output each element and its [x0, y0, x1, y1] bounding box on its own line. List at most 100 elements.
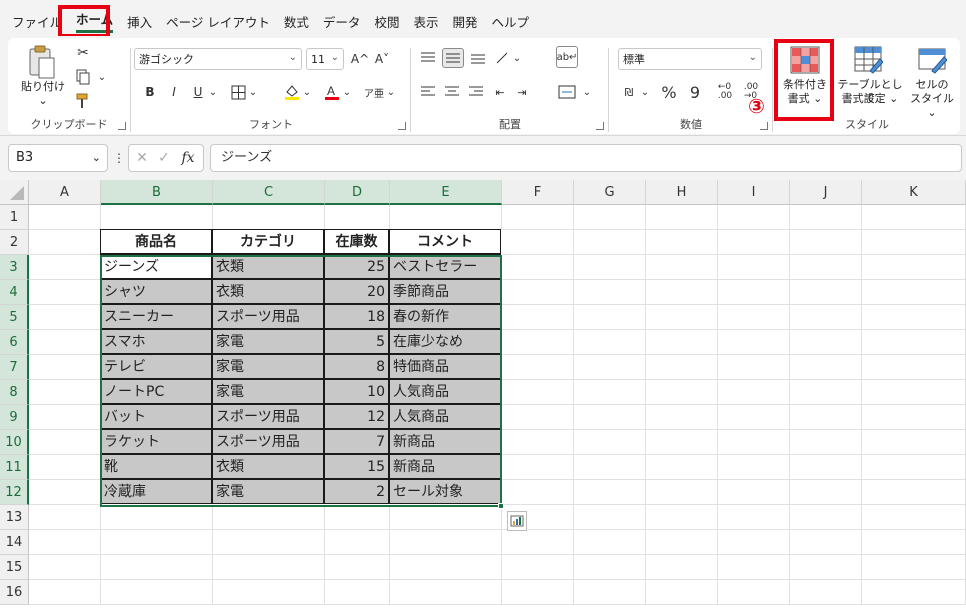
cell-a10[interactable]	[29, 430, 101, 455]
cell-g5[interactable]	[574, 305, 646, 330]
row-header-2[interactable]: 2	[0, 230, 29, 255]
cell-i5[interactable]	[718, 305, 790, 330]
phonetic-button[interactable]: ア亜	[364, 82, 384, 102]
cell-k4[interactable]	[862, 280, 966, 305]
cell-j1[interactable]	[790, 205, 862, 230]
cell-j9[interactable]	[790, 405, 862, 430]
cell-g1[interactable]	[574, 205, 646, 230]
cell-d9[interactable]: 12	[324, 404, 389, 429]
cell-c7[interactable]: 家電	[212, 354, 324, 379]
cell-f15[interactable]	[502, 555, 574, 580]
cell-j13[interactable]	[790, 505, 862, 530]
cell-g3[interactable]	[574, 255, 646, 280]
clipboard-launcher[interactable]	[118, 122, 126, 130]
font-size-combo[interactable]: 11 ⌄	[306, 48, 344, 70]
cell-a7[interactable]	[29, 355, 101, 380]
cut-icon[interactable]: ✂	[74, 44, 92, 62]
format-as-table-button[interactable]	[848, 42, 888, 78]
cell-b2[interactable]: 商品名	[100, 229, 212, 254]
cell-b8[interactable]: ノートPC	[100, 379, 212, 404]
increase-decimal-icon[interactable]: ←0.00	[714, 82, 736, 102]
cancel-icon[interactable]: ✕	[133, 148, 151, 168]
increase-indent-icon[interactable]: ⇥	[512, 82, 532, 102]
tab-developer[interactable]: 開発	[446, 6, 483, 36]
row-header-3[interactable]: 3	[0, 255, 29, 280]
cell-c9[interactable]: スポーツ用品	[212, 404, 324, 429]
cell-f16[interactable]	[502, 580, 574, 605]
cell-e13[interactable]	[390, 505, 502, 530]
cell-b14[interactable]	[101, 530, 213, 555]
align-left-icon[interactable]	[418, 82, 438, 102]
cell-a5[interactable]	[29, 305, 101, 330]
fill-color-button[interactable]	[282, 82, 302, 102]
underline-button[interactable]: U	[188, 82, 208, 102]
cell-g15[interactable]	[574, 555, 646, 580]
cell-c2[interactable]: カテゴリ	[212, 229, 324, 254]
row-header-11[interactable]: 11	[0, 455, 29, 480]
cell-g13[interactable]	[574, 505, 646, 530]
cell-e10[interactable]: 新商品	[389, 429, 501, 454]
more-options-icon[interactable]: ⋮	[113, 148, 125, 168]
row-header-4[interactable]: 4	[0, 280, 29, 305]
font-name-combo[interactable]: 游ゴシック ⌄	[134, 48, 302, 70]
cell-d10[interactable]: 7	[324, 429, 389, 454]
cell-k15[interactable]	[862, 555, 966, 580]
cell-i15[interactable]	[718, 555, 790, 580]
cell-a3[interactable]	[29, 255, 101, 280]
cell-e3[interactable]: ベストセラー	[389, 254, 501, 279]
column-header-c[interactable]: C	[213, 180, 325, 205]
cell-b16[interactable]	[101, 580, 213, 605]
cell-k9[interactable]	[862, 405, 966, 430]
row-header-14[interactable]: 14	[0, 530, 29, 555]
cell-d8[interactable]: 10	[324, 379, 389, 404]
alignment-launcher[interactable]	[596, 122, 604, 130]
align-center-icon[interactable]	[442, 82, 462, 102]
row-header-9[interactable]: 9	[0, 405, 29, 430]
row-header-1[interactable]: 1	[0, 205, 29, 230]
cell-e16[interactable]	[390, 580, 502, 605]
cell-h15[interactable]	[646, 555, 718, 580]
cell-f7[interactable]	[502, 355, 574, 380]
align-top-icon[interactable]	[418, 48, 438, 68]
cell-j10[interactable]	[790, 430, 862, 455]
tab-view[interactable]: 表示	[407, 6, 444, 36]
row-header-6[interactable]: 6	[0, 330, 29, 355]
cell-h13[interactable]	[646, 505, 718, 530]
cell-b1[interactable]	[101, 205, 213, 230]
italic-button[interactable]: I	[164, 82, 184, 102]
cell-i2[interactable]	[718, 230, 790, 255]
grow-font-button[interactable]: A^	[350, 48, 370, 70]
cell-c11[interactable]: 衣類	[212, 454, 324, 479]
cell-g7[interactable]	[574, 355, 646, 380]
cell-h10[interactable]	[646, 430, 718, 455]
row-header-8[interactable]: 8	[0, 380, 29, 405]
fill-handle[interactable]	[498, 503, 504, 509]
cell-c16[interactable]	[213, 580, 325, 605]
cell-a1[interactable]	[29, 205, 101, 230]
cell-e5[interactable]: 春の新作	[389, 304, 501, 329]
cell-a12[interactable]	[29, 480, 101, 505]
cell-a13[interactable]	[29, 505, 101, 530]
cell-j3[interactable]	[790, 255, 862, 280]
cell-c8[interactable]: 家電	[212, 379, 324, 404]
cell-j5[interactable]	[790, 305, 862, 330]
currency-dropdown-icon[interactable]: ⌄	[640, 82, 650, 102]
column-header-d[interactable]: D	[325, 180, 390, 205]
cell-g14[interactable]	[574, 530, 646, 555]
border-button[interactable]	[228, 82, 248, 102]
column-header-f[interactable]: F	[502, 180, 574, 205]
cell-j14[interactable]	[790, 530, 862, 555]
cell-h7[interactable]	[646, 355, 718, 380]
quick-analysis-icon[interactable]	[507, 511, 527, 531]
row-header-13[interactable]: 13	[0, 505, 29, 530]
row-header-12[interactable]: 12	[0, 480, 29, 505]
shrink-font-button[interactable]: A˅	[372, 48, 392, 70]
cell-f2[interactable]	[502, 230, 574, 255]
copy-dropdown-icon[interactable]: ⌄	[96, 68, 108, 86]
select-all-corner[interactable]	[0, 180, 29, 205]
comma-style-button[interactable]: 9	[684, 82, 706, 102]
cell-k2[interactable]	[862, 230, 966, 255]
cell-g8[interactable]	[574, 380, 646, 405]
tab-data[interactable]: データ	[317, 6, 367, 36]
font-launcher[interactable]	[398, 122, 406, 130]
